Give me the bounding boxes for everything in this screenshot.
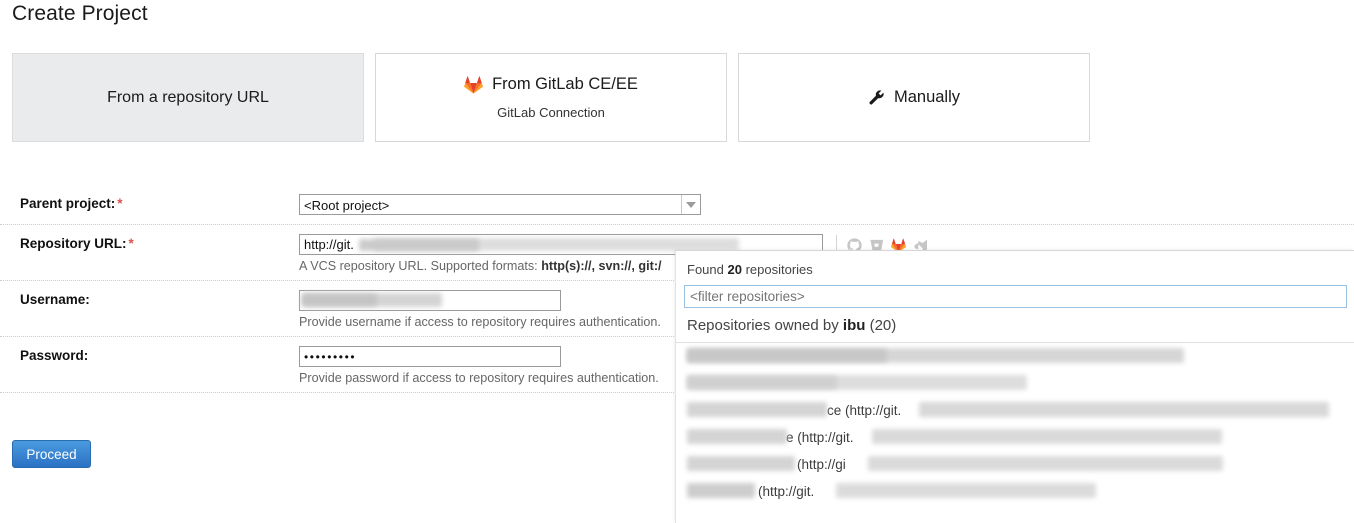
found-repositories-count: 20: [727, 262, 742, 277]
project-source-tabs: From a repository URL From GitLab CE/EE …: [12, 53, 1090, 142]
chevron-down-icon[interactable]: [681, 195, 700, 214]
username-input[interactable]: [299, 290, 561, 311]
required-marker: *: [117, 196, 123, 211]
redacted-repository-text: [687, 483, 755, 498]
list-item[interactable]: [676, 370, 1354, 397]
list-item[interactable]: ce (http://git.: [676, 397, 1354, 424]
redacted-repository-text-2: [868, 456, 1223, 471]
filter-repositories-input[interactable]: [684, 285, 1347, 308]
list-item[interactable]: (http://git.: [676, 478, 1354, 505]
repository-item-label: (http://gi: [797, 457, 846, 472]
redacted-repository-text-2: [872, 429, 1222, 444]
row-parent-project: Parent project: * <Root project>: [0, 185, 1354, 225]
parent-project-selected-value: <Root project>: [304, 198, 390, 213]
repository-item-label: ce (http://git.: [827, 403, 902, 418]
parent-project-label: Parent project: *: [20, 196, 123, 211]
redacted-repository-text: [687, 429, 787, 444]
tab-from-gitlab-main: From GitLab CE/EE: [464, 75, 638, 94]
form-actions: Proceed: [12, 440, 91, 468]
repository-item-label: (http://git.: [758, 484, 815, 499]
list-item[interactable]: e (http://git.: [676, 424, 1354, 451]
tab-from-repository-url-label: From a repository URL: [107, 88, 269, 106]
tab-from-repository-url[interactable]: From a repository URL: [12, 53, 364, 142]
redacted-repository-text: [687, 456, 795, 471]
repositories-owner-name: ibu: [842, 317, 866, 334]
redacted-repository-text: [687, 348, 1184, 363]
password-input[interactable]: [299, 346, 561, 367]
repositories-owner-count: (20): [869, 317, 897, 334]
repositories-overlay-panel: Found 20 repositories Repositories owned…: [675, 250, 1354, 523]
parent-project-field: <Root project>: [299, 194, 1354, 215]
password-label: Password:: [20, 348, 89, 363]
redacted-repository-text: [687, 402, 827, 417]
tab-from-repository-url-main: From a repository URL: [107, 88, 269, 106]
gitlab-icon: [464, 75, 483, 94]
username-label: Username:: [20, 292, 90, 307]
tab-from-gitlab-label: From GitLab CE/EE: [492, 75, 638, 94]
repository-item-label: e (http://git.: [786, 430, 854, 445]
redacted-repository-text-2: [687, 376, 837, 389]
tab-from-gitlab-sublabel: GitLab Connection: [497, 104, 605, 120]
repositories-owner-group-header: Repositories owned by ibu (20): [676, 308, 1354, 343]
tab-from-gitlab[interactable]: From GitLab CE/EE GitLab Connection: [375, 53, 727, 142]
proceed-button[interactable]: Proceed: [12, 440, 91, 468]
parent-project-select[interactable]: <Root project>: [299, 194, 701, 215]
create-project-page: Create Project From a repository URL Fro…: [0, 0, 1354, 523]
repositories-list: ce (http://git. e (http://git. (http://g…: [676, 343, 1354, 505]
repository-url-hint-formats: http(s)://, svn://, git:/: [541, 259, 662, 273]
list-item[interactable]: [676, 343, 1354, 370]
redacted-repository-text-2: [919, 402, 1329, 417]
tab-manually-main: Manually: [868, 89, 960, 106]
list-item[interactable]: (http://gi: [676, 451, 1354, 478]
redacted-repository-text-2: [687, 349, 887, 362]
found-repositories-status: Found 20 repositories: [687, 262, 813, 277]
tab-manually[interactable]: Manually: [738, 53, 1090, 142]
redacted-repository-text: [687, 375, 1027, 390]
wrench-icon: [868, 89, 885, 106]
redacted-repository-text-2: [836, 483, 1096, 498]
tab-manually-label: Manually: [893, 88, 961, 107]
page-title: Create Project: [12, 2, 148, 25]
required-marker: *: [128, 236, 134, 251]
repository-url-label: Repository URL: *: [20, 236, 134, 251]
